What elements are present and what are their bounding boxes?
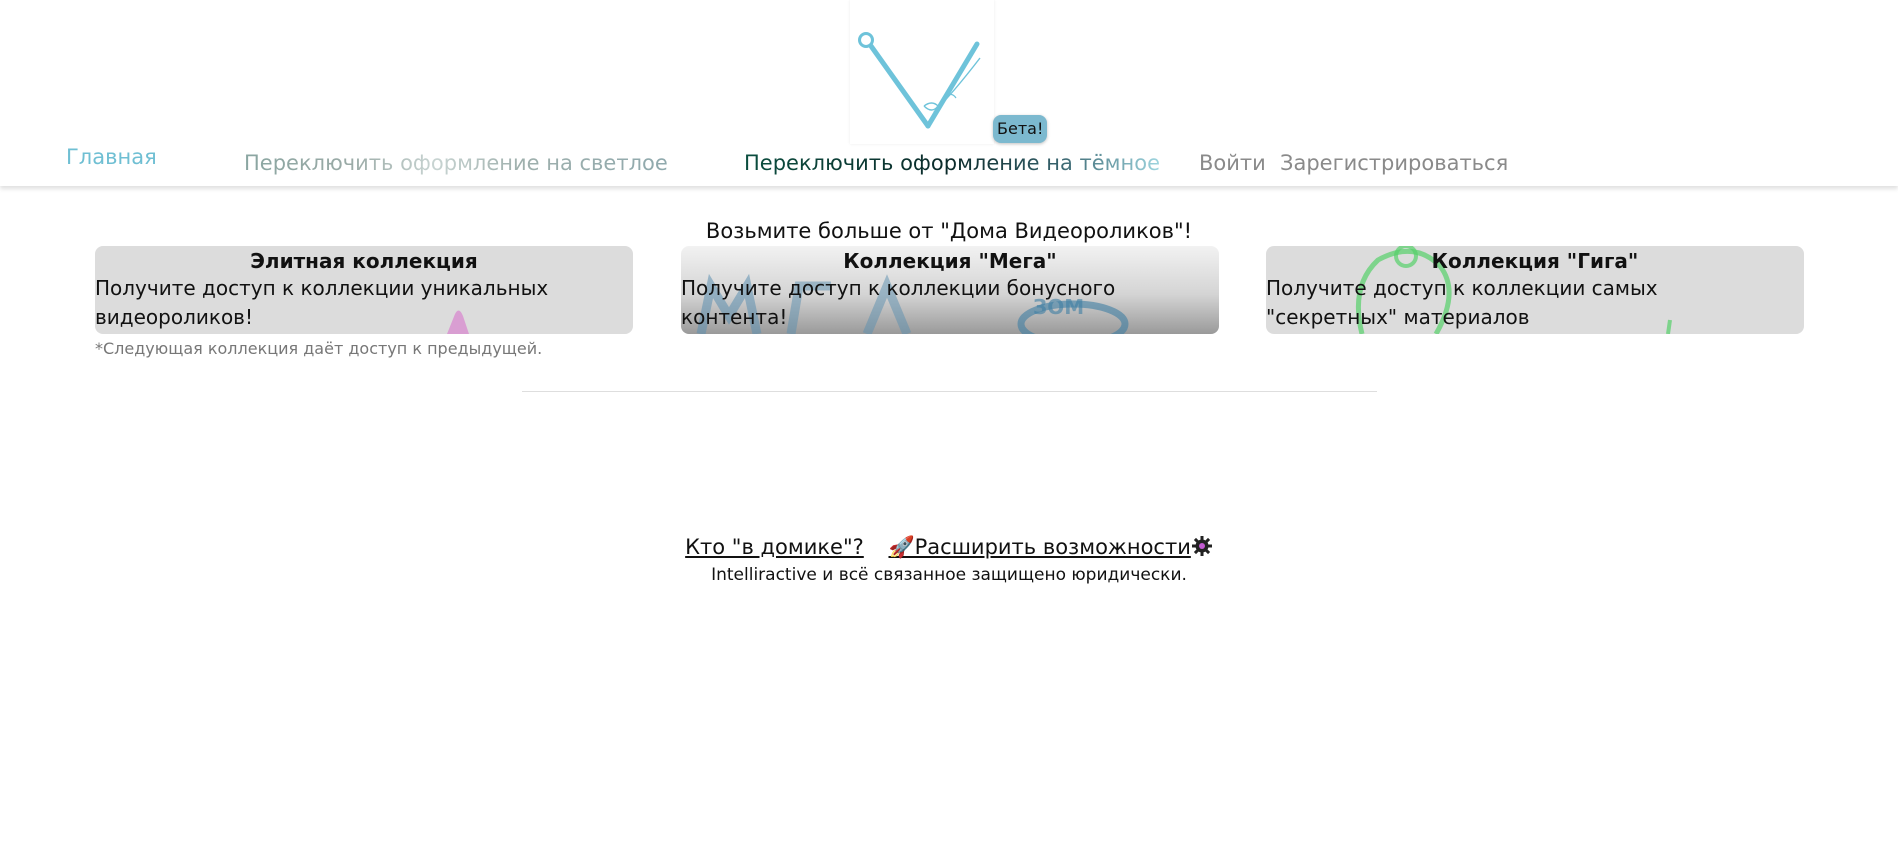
beta-badge: Бета! [993, 115, 1048, 143]
card-title: Коллекция "Мега" [843, 249, 1057, 273]
light-theme-toggle[interactable]: Переключить оформление на светлое [244, 151, 668, 175]
header: Бета! Главная Переключить оформление на … [0, 0, 1898, 186]
nav-home-link[interactable]: Главная [66, 145, 157, 169]
collection-note: *Следующая коллекция даёт доступ к преды… [95, 339, 543, 358]
card-text: Получите доступ к коллекции уникальных в… [95, 276, 549, 329]
collection-card-mega[interactable]: ЗОМ Коллекция "Мега" Получите доступ к к… [681, 246, 1219, 334]
site-logo[interactable] [850, 0, 994, 144]
promo-heading: Возьмите больше от "Дома Видеороликов"! [705, 219, 1193, 243]
copyright-text: Intelliractive и всё связанное защищено … [711, 565, 1187, 585]
card-text: Получите доступ к коллекции бонусного ко… [681, 276, 1116, 329]
collection-card-giga[interactable]: Коллекция "Гига" Получите доступ к колле… [1266, 246, 1804, 334]
gear-icon [1191, 536, 1212, 556]
card-text: Получите доступ к коллекции самых "секре… [1266, 276, 1658, 329]
card-title: Элитная коллекция [250, 249, 478, 273]
register-link[interactable]: Зарегистрироваться [1280, 151, 1508, 175]
upgrade-link-label: 🚀Расширить возможности [888, 535, 1191, 559]
collection-card-elite[interactable]: Элитная коллекция Получите доступ к колл… [95, 246, 633, 334]
login-link[interactable]: Войти [1199, 151, 1266, 175]
divider [522, 391, 1377, 392]
footer-links: Кто "в домике"? 🚀Расширить возможности [0, 535, 1898, 560]
upgrade-link[interactable]: 🚀Расширить возможности [888, 535, 1212, 559]
about-link[interactable]: Кто "в домике"? [685, 535, 864, 559]
dark-theme-toggle[interactable]: Переключить оформление на тёмное [744, 151, 1160, 175]
logo-checkmark-icon [858, 32, 981, 129]
card-title: Коллекция "Гига" [1431, 249, 1639, 273]
